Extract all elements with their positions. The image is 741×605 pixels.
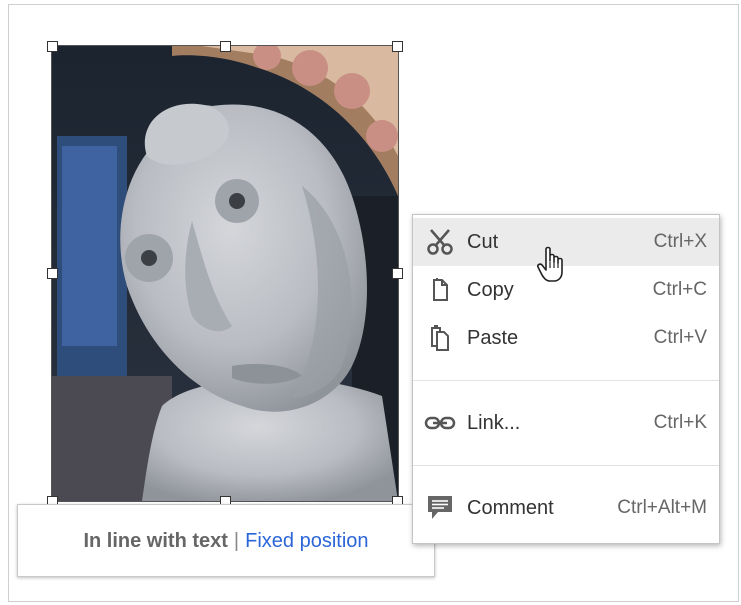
inline-with-text-option[interactable]: In line with text — [83, 530, 227, 553]
menu-separator — [413, 380, 719, 381]
menu-item-paste[interactable]: Paste Ctrl+V — [413, 314, 719, 362]
menu-item-label: Comment — [467, 496, 554, 519]
menu-item-shortcut: Ctrl+K — [653, 412, 707, 433]
copy-icon — [413, 277, 467, 303]
resize-handle-top-right[interactable] — [392, 41, 403, 52]
resize-handle-top-center[interactable] — [220, 41, 231, 52]
comment-icon — [413, 494, 467, 522]
menu-item-label: Paste — [467, 326, 519, 349]
wrap-separator: | — [233, 530, 240, 552]
selected-image[interactable] — [51, 45, 399, 502]
menu-item-label: Link... — [467, 411, 521, 434]
link-icon — [413, 415, 467, 431]
hand-cursor-icon — [537, 246, 567, 289]
menu-separator — [413, 465, 719, 466]
menu-item-shortcut: Ctrl+C — [652, 279, 707, 300]
fixed-position-option[interactable]: Fixed position — [245, 530, 368, 553]
menu-item-link[interactable]: Link... Ctrl+K — [413, 399, 719, 447]
paste-icon — [413, 324, 467, 352]
menu-item-shortcut: Ctrl+Alt+M — [617, 497, 707, 518]
menu-item-shortcut: Ctrl+X — [653, 231, 707, 252]
scissors-icon — [413, 228, 467, 256]
image-wrap-options-bar: In line with text | Fixed position — [17, 504, 435, 577]
resize-handle-top-left[interactable] — [47, 41, 58, 52]
resize-handle-middle-left[interactable] — [47, 268, 58, 279]
menu-item-comment[interactable]: Comment Ctrl+Alt+M — [413, 484, 719, 532]
resize-handle-middle-right[interactable] — [392, 268, 403, 279]
menu-item-shortcut: Ctrl+V — [653, 327, 707, 348]
statue-photo — [52, 46, 398, 501]
